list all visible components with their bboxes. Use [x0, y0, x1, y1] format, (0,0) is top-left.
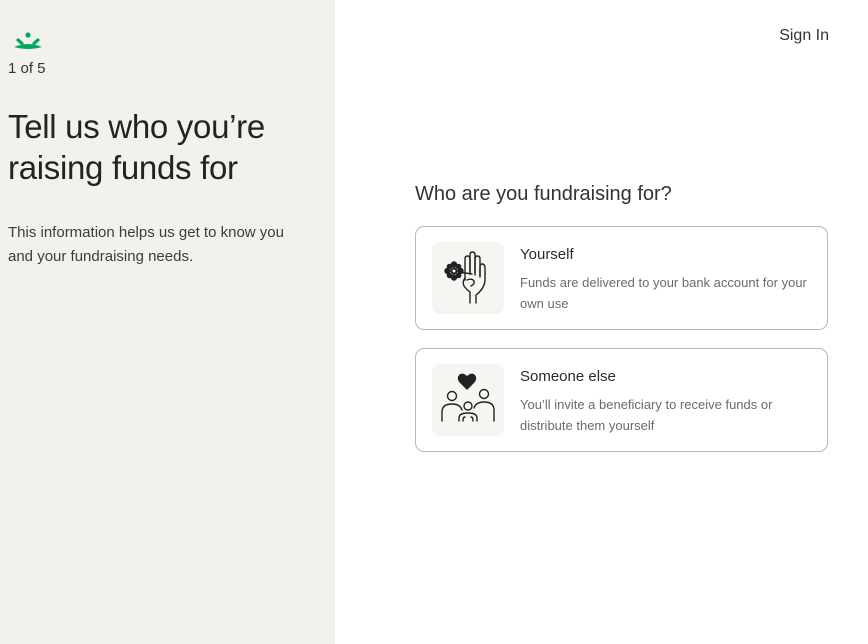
option-title: Yourself [520, 246, 574, 263]
sign-in-link[interactable]: Sign In [779, 27, 829, 45]
people-with-heart-icon [441, 373, 495, 422]
illustration-container [432, 364, 504, 436]
fundraising-question: Who are you fundraising for? [415, 183, 672, 205]
page-subtitle: This information helps us get to know yo… [8, 224, 284, 265]
option-description: Funds are delivered to your bank account… [520, 275, 807, 311]
step-indicator: 1 of 5 [8, 60, 46, 77]
option-card-yourself[interactable]: Yourself Funds are delivered to your ban… [415, 226, 828, 330]
option-card-someone-else[interactable]: Someone else You’ll invite a beneficiary… [415, 348, 828, 452]
option-description: You’ll invite a beneficiary to receive f… [520, 397, 773, 433]
page-title: Tell us who you’re raising funds for [8, 108, 265, 186]
sprout-logo-icon [14, 32, 42, 49]
hand-with-flower-icon [444, 251, 486, 304]
illustration-container [432, 242, 504, 314]
left-panel: 1 of 5 Tell us who you’re raising funds … [0, 0, 335, 644]
option-title: Someone else [520, 368, 616, 385]
